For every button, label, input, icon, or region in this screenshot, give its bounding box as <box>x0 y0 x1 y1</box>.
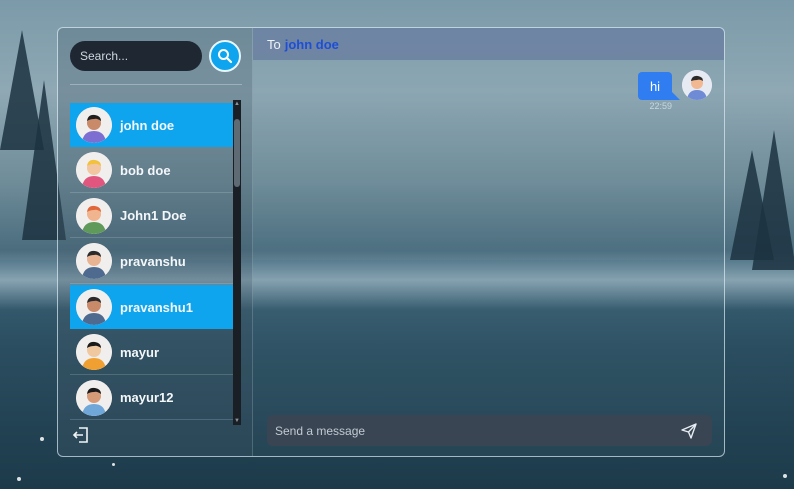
avatar-icon <box>76 379 112 416</box>
contact-name: john doe <box>120 117 175 133</box>
message-input[interactable] <box>267 415 680 446</box>
contact-avatar <box>76 334 112 370</box>
snowflake <box>40 437 44 441</box>
send-icon <box>681 422 697 439</box>
contact-item[interactable]: john doe <box>70 103 233 147</box>
contact-item[interactable]: mayur <box>70 331 233 375</box>
contact-item[interactable]: bob doe <box>70 149 233 193</box>
contact-list: john doe bob doe John1 Doe pravanshu pravans… <box>70 103 233 425</box>
contact-avatar <box>76 152 112 188</box>
scroll-track[interactable] <box>233 108 241 417</box>
avatar-icon <box>76 334 112 370</box>
search-row <box>70 40 242 72</box>
contact-avatar <box>76 289 112 325</box>
avatar-icon <box>76 243 112 279</box>
contact-name: mayur12 <box>120 390 174 405</box>
chat-window: john doe bob doe John1 Doe pravanshu pravans… <box>57 27 725 457</box>
scroll-thumb[interactable] <box>234 119 240 187</box>
message-composer <box>267 415 712 446</box>
message-time: 22:59 <box>649 101 672 111</box>
contact-name: pravanshu1 <box>120 299 193 315</box>
logout-button[interactable] <box>72 426 90 444</box>
avatar-icon <box>76 152 112 188</box>
sidebar-divider <box>70 84 242 85</box>
sidebar: john doe bob doe John1 Doe pravanshu pravans… <box>58 28 253 456</box>
contact-avatar <box>76 379 112 416</box>
contact-name: John1 Doe <box>120 208 187 223</box>
contact-item[interactable]: John1 Doe <box>70 194 233 238</box>
scroll-down-arrow[interactable]: ▼ <box>233 417 241 425</box>
logout-icon <box>72 427 88 443</box>
snowflake <box>783 474 787 478</box>
avatar-icon <box>76 289 112 325</box>
message-row: hi <box>638 70 712 100</box>
to-label: To <box>267 36 281 52</box>
contact-item[interactable]: pravanshu <box>70 240 233 284</box>
contact-avatar <box>76 197 112 234</box>
snowflake <box>17 477 21 481</box>
background-tree <box>752 130 794 270</box>
message-bubble: hi <box>638 72 680 100</box>
avatar-icon <box>682 70 712 100</box>
contact-name: bob doe <box>120 162 171 178</box>
scroll-up-arrow[interactable]: ▲ <box>233 100 241 108</box>
contact-item[interactable]: pravanshu1 <box>70 285 233 329</box>
chat-header: To john doe <box>253 28 724 60</box>
message-avatar <box>682 70 712 100</box>
avatar-icon <box>76 197 112 234</box>
search-icon <box>218 49 233 64</box>
contact-avatar <box>76 107 112 143</box>
contact-item[interactable]: mayur12 <box>70 376 233 420</box>
chat-panel: To john doe hi 22:59 <box>253 28 724 456</box>
search-button[interactable] <box>209 40 241 72</box>
contact-name: pravanshu <box>120 253 186 269</box>
contact-avatar <box>76 243 112 279</box>
recipient-name: john doe <box>284 36 339 52</box>
send-button[interactable] <box>680 422 698 440</box>
search-input[interactable] <box>70 41 202 71</box>
avatar-icon <box>76 107 112 143</box>
contact-scrollbar[interactable]: ▲ ▼ <box>233 100 241 425</box>
contact-name: mayur <box>120 344 160 360</box>
snowflake <box>112 463 115 466</box>
